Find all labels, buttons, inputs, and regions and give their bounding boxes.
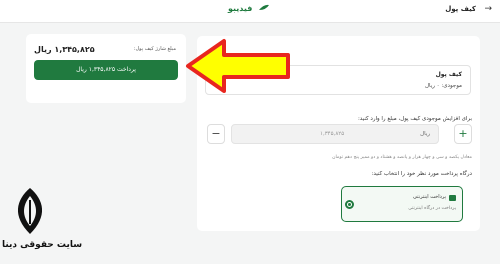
brand-name[interactable]: فیدیبو — [228, 4, 252, 13]
charge-amount: ۱,۳۴۵,۸۲۵ ریال — [34, 45, 95, 54]
top-bar: → کیف پول فیدیبو — [0, 0, 500, 23]
gateway-title: پرداخت اینترنتی — [413, 194, 446, 200]
brand-logo-icon — [259, 4, 269, 10]
wallet-title: کیف پول — [435, 71, 462, 78]
yellow-pointer-arrow-icon — [186, 39, 290, 93]
amount-value: ۱,۳۴۵,۸۲۵ — [320, 131, 345, 137]
back-arrow-icon[interactable]: → — [484, 4, 492, 14]
gateway-radio[interactable] — [345, 200, 354, 209]
gateway-option-internet[interactable]: پرداخت اینترنتی پرداخت در درگاه اینترنتی — [341, 186, 463, 222]
payment-summary-card: ۱,۳۴۵,۸۲۵ ریال مبلغ شارژ کیف پول: پرداخت… — [26, 34, 186, 103]
gateway-subtitle: پرداخت در درگاه اینترنتی — [408, 206, 456, 211]
watermark-logo-icon — [17, 188, 43, 234]
wallet-icon — [449, 195, 456, 201]
amount-input[interactable]: ریال ۱,۳۴۵,۸۲۵ — [231, 124, 439, 144]
page-title: کیف پول — [445, 5, 476, 13]
gateway-prompt: درگاه پرداخت مورد نظر خود را انتخاب کنید… — [371, 171, 472, 177]
charge-amount-label: مبلغ شارژ کیف پول: — [133, 46, 176, 52]
watermark-text: سایت حقوقی دینا — [2, 240, 83, 250]
decrease-amount-button[interactable]: − — [207, 124, 225, 144]
pay-button[interactable]: پرداخت ۱,۳۴۵,۸۲۵ ریال — [34, 60, 178, 80]
amount-in-words: معادل یکصد و سی و چهار هزار و پانصد و هش… — [332, 155, 472, 160]
charge-prompt: برای افزایش موجودی کیف پول، مبلغ را وارد… — [357, 116, 472, 122]
wallet-balance: موجودی: ۰ ریال — [425, 83, 462, 89]
increase-amount-button[interactable]: + — [454, 124, 472, 144]
amount-unit: ریال — [420, 131, 430, 137]
